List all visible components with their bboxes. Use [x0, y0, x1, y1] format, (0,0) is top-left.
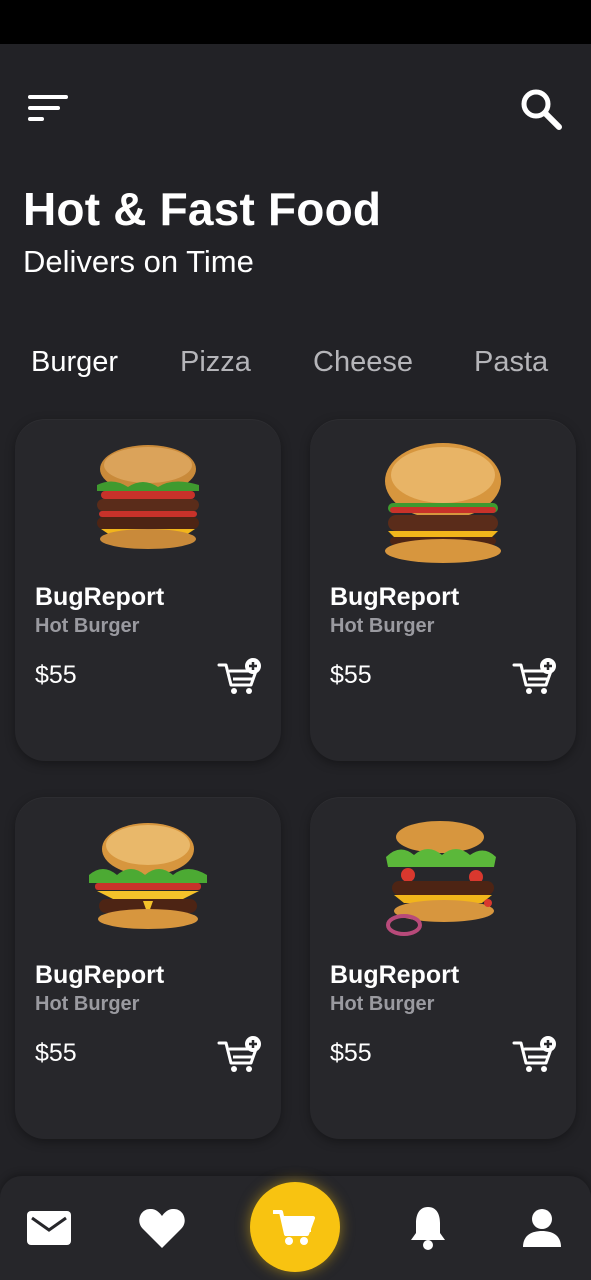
cart-icon	[273, 1210, 315, 1245]
product-price: $55	[330, 661, 372, 689]
product-price: $55	[330, 1039, 372, 1067]
burger-image	[83, 819, 213, 939]
tab-burger[interactable]: Burger	[31, 346, 118, 379]
add-to-cart-button[interactable]	[512, 657, 558, 697]
product-price: $55	[35, 1039, 77, 1067]
nav-notifications[interactable]	[403, 1206, 453, 1250]
tab-pasta[interactable]: Pasta	[474, 346, 548, 379]
product-name: BugReport	[35, 961, 165, 989]
product-subtitle: Hot Burger	[330, 993, 435, 1015]
product-card[interactable]: BugReport Hot Burger $55	[310, 419, 576, 761]
menu-icon-line	[28, 117, 44, 121]
page-subtitle: Delivers on Time	[23, 244, 254, 279]
add-to-cart-button[interactable]	[217, 657, 263, 697]
tab-cheese[interactable]: Cheese	[313, 346, 413, 379]
add-to-cart-button[interactable]	[512, 1035, 558, 1075]
nav-favorites[interactable]	[137, 1206, 187, 1250]
search-icon	[521, 89, 562, 130]
bottom-navigation	[0, 1176, 591, 1280]
status-bar	[0, 0, 591, 44]
cart-plus-icon	[217, 1036, 261, 1072]
nav-mail[interactable]	[24, 1206, 74, 1250]
page-title: Hot & Fast Food	[23, 183, 382, 235]
tab-pizza[interactable]: Pizza	[180, 346, 251, 379]
mail-icon	[27, 1211, 71, 1245]
burger-image	[378, 819, 508, 944]
search-button[interactable]	[518, 86, 564, 132]
product-subtitle: Hot Burger	[330, 615, 435, 637]
burger-image	[378, 441, 508, 571]
menu-icon-line	[28, 106, 60, 110]
product-card[interactable]: BugReport Hot Burger $55	[15, 797, 281, 1139]
cart-plus-icon	[217, 658, 261, 694]
product-card[interactable]: BugReport Hot Burger $55	[310, 797, 576, 1139]
bell-icon	[411, 1207, 445, 1250]
product-subtitle: Hot Burger	[35, 993, 140, 1015]
menu-button[interactable]	[26, 90, 72, 126]
nav-cart[interactable]	[250, 1182, 340, 1272]
category-tabs: Burger Pizza Cheese Pasta	[0, 340, 591, 390]
product-price: $55	[35, 661, 77, 689]
add-to-cart-button[interactable]	[217, 1035, 263, 1075]
menu-icon	[28, 95, 68, 99]
product-name: BugReport	[330, 961, 460, 989]
nav-profile[interactable]	[517, 1206, 567, 1250]
cart-plus-icon	[512, 658, 556, 694]
product-card[interactable]: BugReport Hot Burger $55	[15, 419, 281, 761]
user-icon	[523, 1209, 561, 1247]
product-name: BugReport	[330, 583, 460, 611]
heart-icon	[139, 1208, 185, 1248]
product-name: BugReport	[35, 583, 165, 611]
burger-image	[83, 441, 213, 556]
cart-plus-icon	[512, 1036, 556, 1072]
product-subtitle: Hot Burger	[35, 615, 140, 637]
